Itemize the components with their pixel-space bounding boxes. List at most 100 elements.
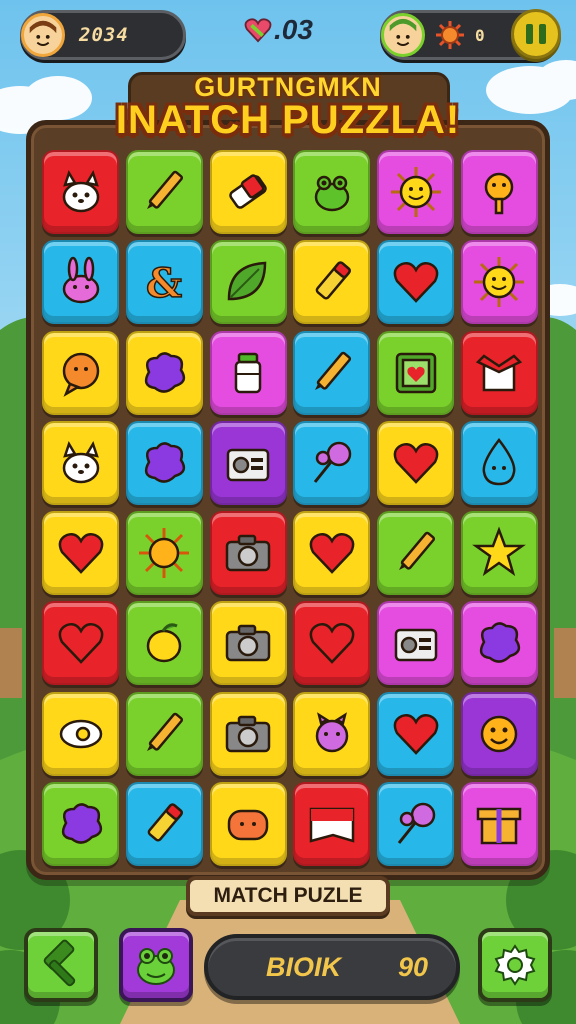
tile[interactable] [125, 601, 203, 686]
tile[interactable] [42, 691, 119, 776]
tile[interactable] [42, 330, 119, 415]
tile[interactable] [460, 420, 538, 505]
frame-heart-icon [395, 352, 436, 393]
tile[interactable] [209, 330, 287, 415]
gift-icon [477, 807, 522, 845]
blob-icon [145, 351, 186, 393]
tile[interactable] [377, 511, 455, 596]
camera-icon [225, 625, 271, 662]
game-title: INATCH PUZZLA! [115, 98, 461, 142]
lollipop-icon [313, 441, 352, 483]
heart-icon [58, 533, 103, 575]
tile[interactable] [293, 511, 371, 596]
frog-booster-button[interactable] [119, 928, 193, 1002]
face-icon [227, 809, 269, 841]
tile[interactable] [293, 601, 371, 686]
tile[interactable] [42, 420, 119, 505]
tile[interactable] [293, 150, 371, 234]
radio-icon [226, 448, 270, 482]
score-label: BIOIK [266, 951, 342, 982]
hammer-booster-button[interactable] [24, 928, 98, 1002]
pencil-icon [398, 531, 435, 571]
tile[interactable] [209, 782, 287, 867]
tile[interactable] [125, 782, 203, 867]
tile[interactable] [209, 601, 287, 686]
player-avatar[interactable] [21, 13, 65, 57]
crayon-icon [315, 261, 351, 300]
heart-icon [309, 533, 355, 575]
tile[interactable] [460, 150, 538, 234]
tile[interactable] [460, 511, 538, 596]
coins-value: 2034 [79, 24, 129, 46]
tile[interactable] [460, 782, 538, 867]
tile[interactable] [460, 601, 538, 686]
tile[interactable] [460, 330, 538, 415]
tile[interactable]: & [125, 240, 203, 325]
tile[interactable] [42, 240, 119, 325]
tile[interactable] [209, 240, 287, 325]
heart-icon [393, 713, 439, 755]
camera-icon [225, 534, 271, 572]
tile[interactable] [293, 240, 371, 325]
chat-bubble-icon [62, 352, 99, 397]
tile[interactable] [209, 420, 287, 505]
tile[interactable] [209, 150, 287, 234]
tile[interactable] [377, 330, 455, 415]
ampersand-icon: & [145, 260, 183, 309]
lives-counter: .03 [244, 14, 313, 46]
tile-grid: & [42, 150, 538, 868]
pencil-icon [147, 170, 184, 209]
svg-text:&: & [146, 260, 182, 307]
eraser-icon [229, 174, 267, 209]
heart-icon [393, 442, 439, 484]
dog-icon [62, 440, 99, 484]
eye-icon [59, 719, 102, 749]
tile[interactable] [42, 511, 119, 596]
heart-icon [393, 262, 439, 304]
tile[interactable] [42, 601, 119, 686]
heart-icon [309, 623, 355, 665]
tile[interactable] [209, 511, 287, 596]
tile[interactable] [293, 330, 371, 415]
pig-icon [315, 712, 349, 753]
coins-counter: 2034 [20, 10, 186, 60]
tile[interactable] [209, 691, 287, 776]
tile[interactable] [293, 691, 371, 776]
tile[interactable] [293, 420, 371, 505]
dog-icon [62, 170, 99, 213]
match-puzzle-label: MATCH PUZLE [186, 876, 390, 916]
tile[interactable] [125, 330, 203, 415]
tile[interactable] [460, 240, 538, 325]
smiley-icon [481, 715, 518, 753]
star-icon [472, 526, 527, 577]
tile[interactable] [377, 420, 455, 505]
sun-icon [436, 21, 464, 49]
tile[interactable] [377, 601, 455, 686]
tile[interactable] [460, 691, 538, 776]
tile[interactable] [293, 782, 371, 867]
tile[interactable] [125, 150, 203, 234]
hammer-icon [43, 939, 76, 987]
pause-icon [526, 24, 533, 44]
score-bar: BIOIK 90 [204, 934, 460, 1000]
tile[interactable] [125, 420, 203, 505]
tile[interactable] [377, 240, 455, 325]
energy-value: 0 [475, 25, 486, 45]
tile[interactable] [125, 691, 203, 776]
blob-icon [61, 803, 102, 844]
tile[interactable] [42, 782, 119, 867]
tile[interactable] [42, 150, 119, 234]
heart-icon [244, 18, 272, 43]
blob-icon [145, 442, 186, 483]
lemon-icon [147, 623, 182, 663]
tile[interactable] [377, 691, 455, 776]
tile[interactable] [377, 782, 455, 867]
camera-icon [225, 715, 271, 753]
gear-icon [494, 944, 536, 986]
friend-avatar[interactable] [381, 13, 425, 57]
tile[interactable] [125, 511, 203, 596]
settings-button[interactable] [478, 928, 552, 1002]
tile[interactable] [377, 150, 455, 234]
lives-value: .03 [274, 14, 313, 45]
pause-button[interactable] [511, 9, 561, 59]
